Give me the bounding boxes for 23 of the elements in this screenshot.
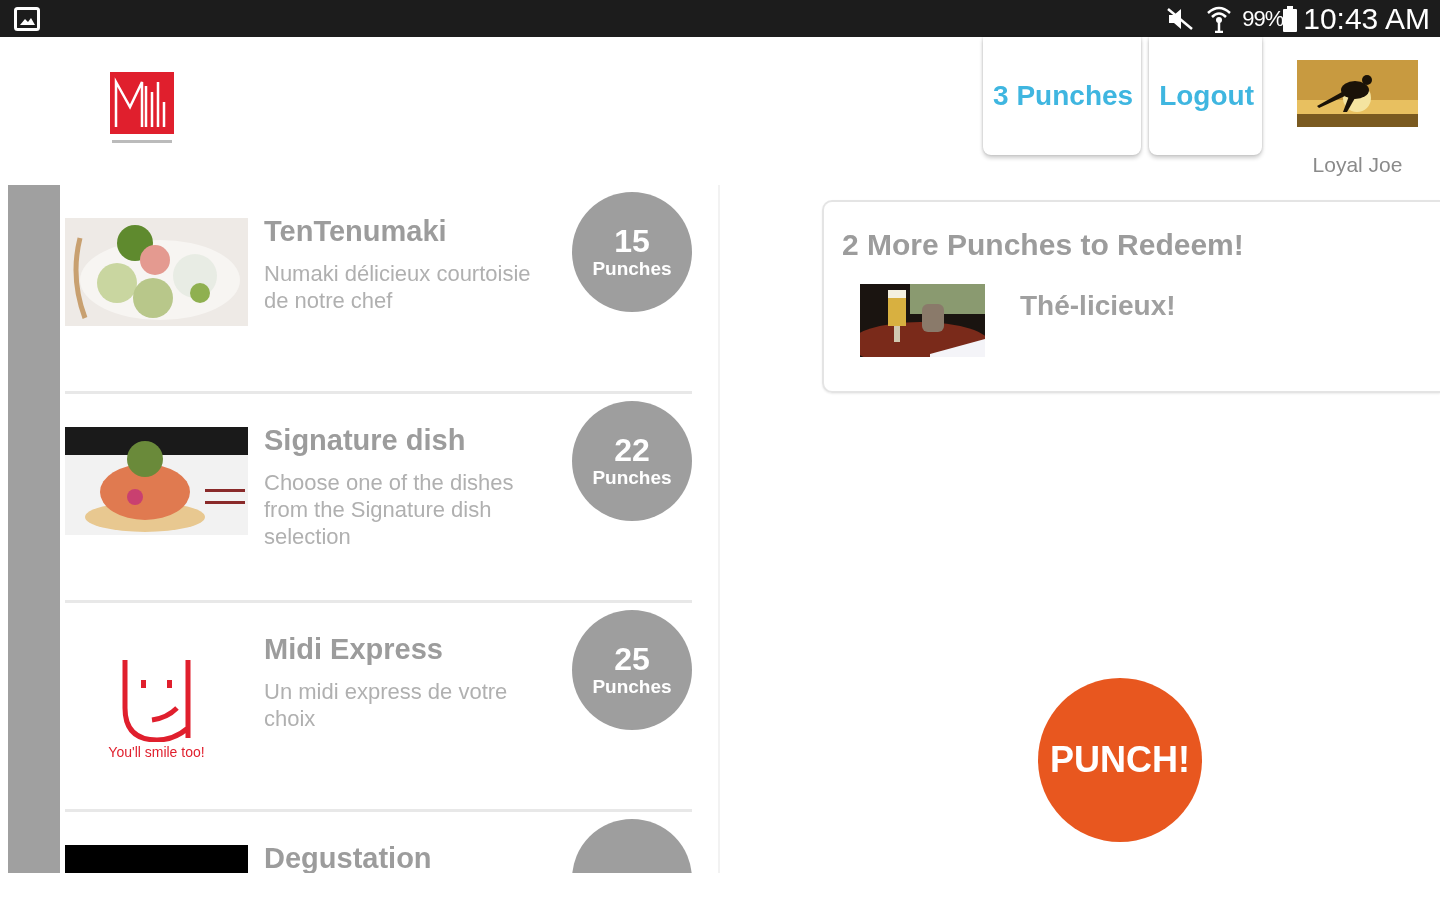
gallery-icon [14, 6, 40, 31]
header-button[interactable]: 3 Punches [983, 37, 1142, 155]
card-title: 2 More Punches to Redeem! [842, 228, 1244, 262]
reward-name: Thé-licieux! [1020, 290, 1176, 322]
punch-count-badge: 22 Punches [572, 401, 692, 521]
punch-button[interactable]: PUNCH! [1038, 678, 1202, 842]
battery-icon [1283, 5, 1298, 32]
user-name: Loyal Joe [1312, 153, 1403, 177]
reward-title: Midi Express [264, 633, 444, 666]
reward-description: Un midi express de votre choix [264, 678, 509, 732]
battery-percent: 99% [1242, 5, 1284, 32]
reward-description: Numaki délicieux courtoisie de notre chef [264, 260, 532, 314]
reward-description: Choose one of the dishes from the Signature dish selection [264, 469, 515, 550]
reward-title: Signature dish [264, 424, 467, 457]
clock: 10:43 AM [1303, 1, 1430, 36]
punch-count-badge: 15 Punches [572, 192, 692, 312]
reward-title: TenTenumaki [264, 215, 448, 248]
mute-icon [1166, 6, 1195, 31]
punch-count-badge: 25 Punches [572, 610, 692, 730]
header-button[interactable]: Logout [1149, 37, 1262, 155]
logo-caption: You'll smile too! [108, 744, 205, 760]
smile-logo-icon [121, 658, 192, 742]
wifi-icon [1206, 4, 1233, 33]
